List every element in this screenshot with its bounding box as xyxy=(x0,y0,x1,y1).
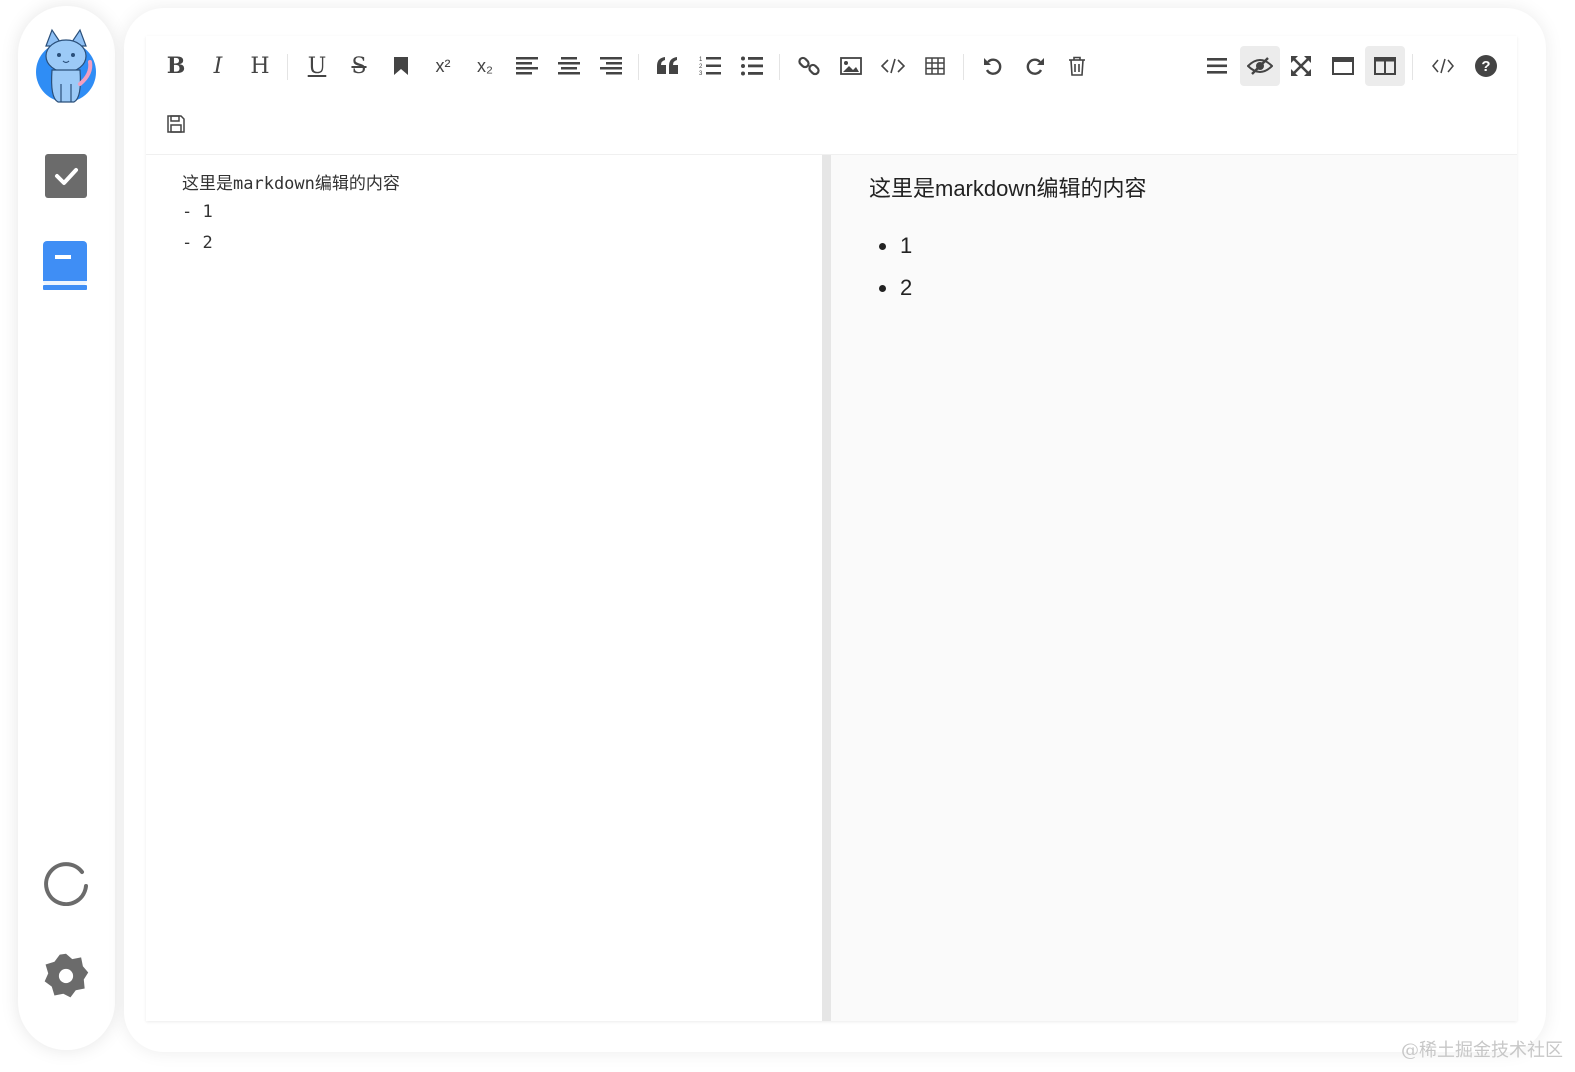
preview-toggle-button[interactable] xyxy=(1240,46,1280,86)
align-center-button[interactable] xyxy=(551,48,587,84)
code-icon xyxy=(881,58,905,74)
pane-divider[interactable] xyxy=(822,155,831,1021)
heading-icon: H xyxy=(250,53,270,79)
help-button[interactable]: ? xyxy=(1468,48,1504,84)
ordered-list-icon: 123 xyxy=(699,57,721,76)
align-center-icon xyxy=(558,57,580,75)
undo-icon xyxy=(984,58,1002,75)
ordered-list-button[interactable]: 123 xyxy=(692,48,728,84)
bullet-icon xyxy=(879,242,886,250)
heading-button[interactable]: H xyxy=(242,48,278,84)
help-icon: ? xyxy=(1475,55,1497,77)
align-right-button[interactable] xyxy=(593,48,629,84)
list-item: 2 xyxy=(879,275,912,301)
strikethrough-button[interactable]: S xyxy=(341,48,377,84)
markdown-input[interactable]: 这里是markdown编辑的内容 - 1 - 2 xyxy=(146,155,822,1021)
sync-button[interactable] xyxy=(42,858,90,906)
toolbar-separator xyxy=(287,54,288,80)
bold-icon: B xyxy=(166,53,186,79)
clear-button[interactable] xyxy=(1059,48,1095,84)
list-item-text: 1 xyxy=(900,233,913,258)
strikethrough-icon: S xyxy=(351,53,367,79)
toolbar-separator xyxy=(638,54,639,80)
preview-toggle-icon xyxy=(1247,57,1273,75)
checkbox-icon xyxy=(45,154,87,198)
table-button[interactable] xyxy=(917,48,953,84)
link-button[interactable] xyxy=(791,48,827,84)
html-code-button[interactable] xyxy=(1425,48,1461,84)
notes-button[interactable] xyxy=(42,241,90,290)
source-line: 这里是markdown编辑的内容 xyxy=(182,174,400,194)
settings-gear-icon xyxy=(44,953,89,998)
code-button[interactable] xyxy=(875,48,911,84)
quote-icon xyxy=(657,57,678,74)
toolbar-separator xyxy=(779,54,780,80)
html-code-icon xyxy=(1432,58,1454,74)
align-left-button[interactable] xyxy=(509,48,545,84)
list-item: 1 xyxy=(879,233,912,259)
svg-text:2: 2 xyxy=(699,64,703,70)
superscript-button[interactable]: x² xyxy=(425,48,461,84)
bookmark-icon xyxy=(394,57,408,75)
image-button[interactable] xyxy=(833,48,869,84)
undo-button[interactable] xyxy=(975,48,1011,84)
italic-button[interactable]: I xyxy=(200,48,236,84)
split-view-icon xyxy=(1374,57,1396,75)
link-icon xyxy=(798,56,820,76)
book-icon xyxy=(43,241,87,290)
image-icon xyxy=(840,57,862,75)
markdown-preview: 这里是markdown编辑的内容 1 2 xyxy=(831,155,1517,1021)
source-line: - 1 xyxy=(182,202,213,222)
svg-text:?: ? xyxy=(1481,58,1490,75)
superscript-icon: x² xyxy=(435,55,451,76)
list-item-text: 2 xyxy=(900,275,913,300)
svg-text:1: 1 xyxy=(699,57,703,63)
fullscreen-window-icon xyxy=(1332,57,1354,75)
watermark: @稀土掘金技术社区 xyxy=(1401,1040,1563,1061)
quote-button[interactable] xyxy=(650,48,686,84)
source-line: - 2 xyxy=(182,233,213,253)
navigation-button[interactable] xyxy=(1199,48,1235,84)
save-icon xyxy=(167,115,185,133)
fullscreen-window-button[interactable] xyxy=(1325,48,1361,84)
subscript-icon: x₂ xyxy=(477,55,493,76)
trash-icon xyxy=(1069,56,1085,76)
settings-button[interactable] xyxy=(42,952,90,1000)
toolbar: B I H U S x² x₂ 1 2 3 ? xyxy=(146,36,1517,155)
fullscreen-button[interactable] xyxy=(1283,48,1319,84)
bullet-icon xyxy=(879,284,886,292)
toolbar-separator xyxy=(963,54,964,80)
underline-button[interactable]: U xyxy=(299,48,335,84)
fullscreen-icon xyxy=(1291,56,1311,76)
subscript-button[interactable]: x₂ xyxy=(467,48,503,84)
navigation-icon xyxy=(1207,58,1227,74)
preview-paragraph: 这里是markdown编辑的内容 xyxy=(869,176,1147,201)
save-button[interactable] xyxy=(158,106,194,142)
split-view-button[interactable] xyxy=(1365,46,1405,86)
sidebar xyxy=(18,6,115,1050)
markdown-editor: B I H U S x² x₂ 1 2 3 ? 这里是markdown编辑的内容… xyxy=(146,36,1517,1021)
redo-icon xyxy=(1026,58,1044,75)
align-right-icon xyxy=(600,57,622,75)
svg-text:3: 3 xyxy=(699,71,703,76)
unordered-list-icon xyxy=(741,56,763,76)
bold-button[interactable]: B xyxy=(158,48,194,84)
redo-button[interactable] xyxy=(1017,48,1053,84)
toolbar-separator xyxy=(1412,54,1413,80)
todo-button[interactable] xyxy=(42,152,90,200)
italic-icon: I xyxy=(213,53,223,79)
align-left-icon xyxy=(516,57,538,75)
bookmark-button[interactable] xyxy=(383,48,419,84)
unordered-list-button[interactable] xyxy=(734,48,770,84)
underline-icon: U xyxy=(307,53,327,79)
refresh-spinner-icon xyxy=(44,862,88,906)
table-icon xyxy=(925,57,945,75)
avatar[interactable] xyxy=(32,26,100,106)
